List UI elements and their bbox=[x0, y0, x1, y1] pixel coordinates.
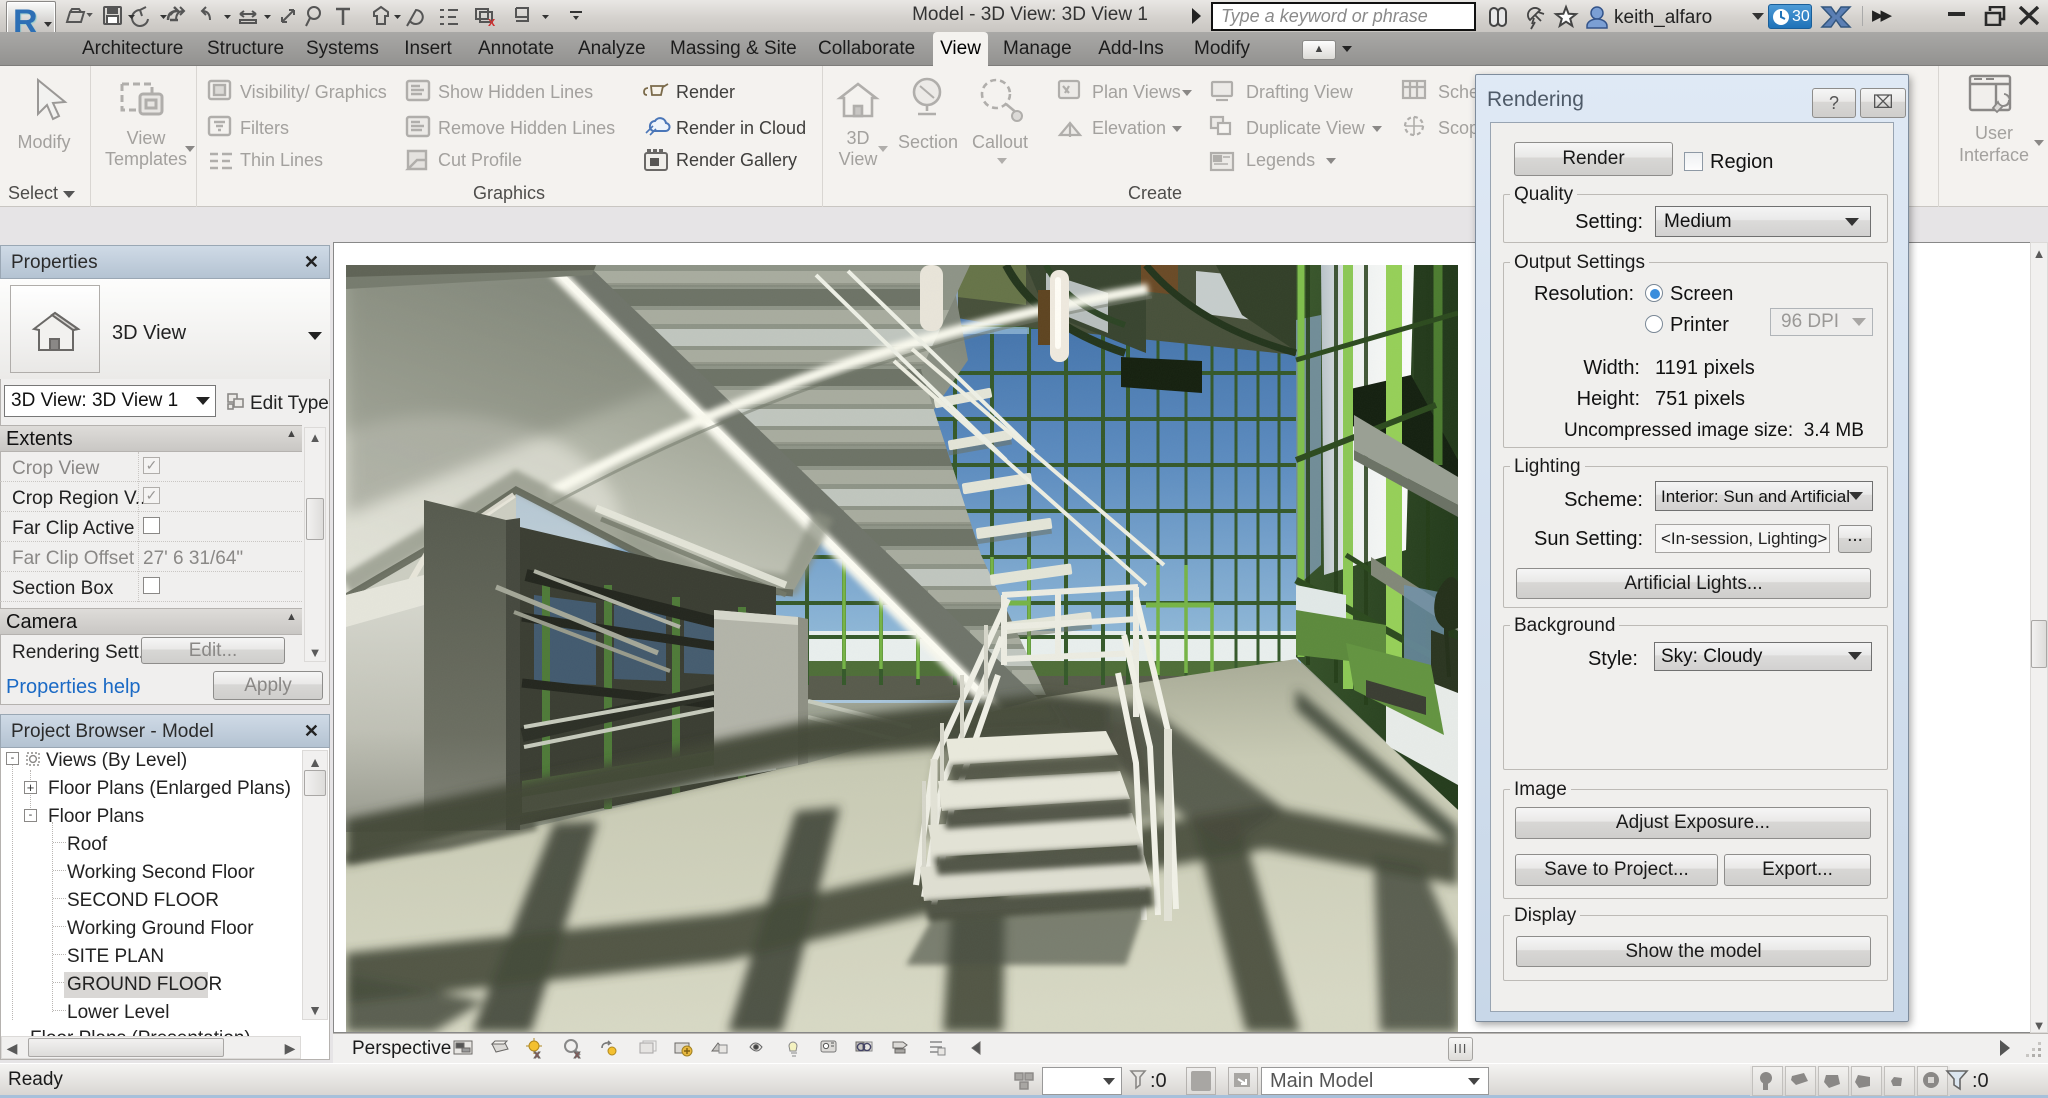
svg-text:x: x bbox=[534, 1049, 541, 1060]
svg-text:keith_alfaro: keith_alfaro bbox=[1614, 7, 1712, 28]
svg-text:x: x bbox=[574, 1049, 581, 1060]
svg-text:x: x bbox=[488, 14, 496, 29]
